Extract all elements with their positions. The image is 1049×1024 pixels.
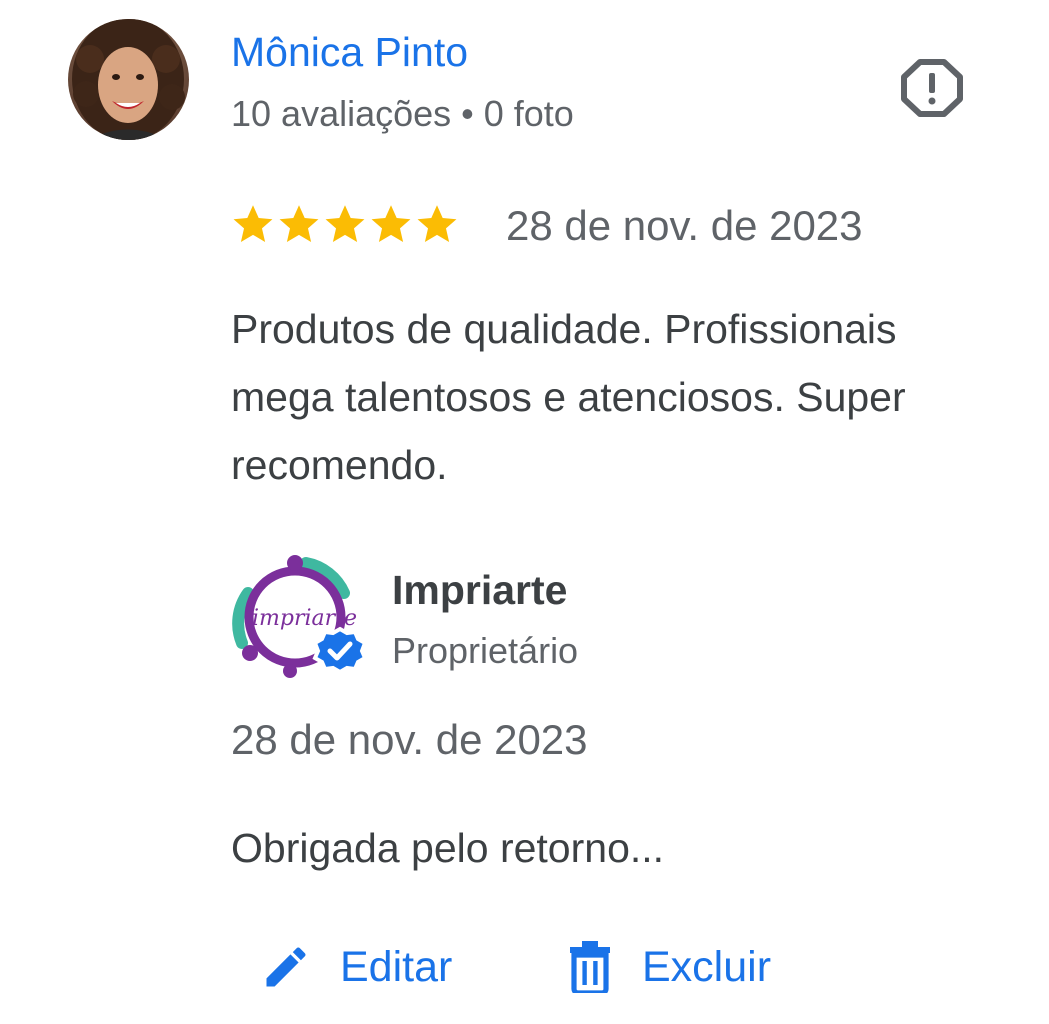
owner-name: Impriarte: [392, 567, 568, 613]
edit-label: Editar: [340, 942, 453, 991]
owner-role: Proprietário: [392, 630, 579, 671]
star-icon: [279, 205, 319, 242]
star-icon: [325, 205, 365, 242]
review-date: 28 de nov. de 2023: [506, 202, 863, 249]
edit-button[interactable]: Editar: [260, 932, 452, 1002]
delete-label: Excluir: [642, 942, 772, 991]
owner-logo: impriarte: [228, 553, 368, 683]
reviewer-meta: 10 avaliações • 0 foto: [231, 93, 574, 134]
star-rating: [231, 202, 459, 250]
pencil-icon: [266, 947, 306, 987]
response-date: 28 de nov. de 2023: [231, 716, 588, 763]
verified-badge-icon: [312, 626, 368, 675]
response-text: Obrigada pelo retorno...: [231, 825, 665, 871]
reviewer-name[interactable]: Mônica Pinto: [231, 26, 468, 78]
star-icon: [417, 205, 457, 242]
reviewer-avatar[interactable]: [68, 19, 189, 140]
review-text: Produtos de qualidade. Profissionais meg…: [231, 306, 906, 488]
delete-button[interactable]: Excluir: [566, 932, 771, 1002]
report-octagon-icon: [901, 59, 963, 117]
star-icon: [233, 205, 273, 242]
logo-wordmark: impriarte: [252, 606, 357, 631]
star-icon: [371, 205, 411, 242]
report-button[interactable]: [900, 58, 964, 118]
trash-icon: [570, 941, 610, 993]
